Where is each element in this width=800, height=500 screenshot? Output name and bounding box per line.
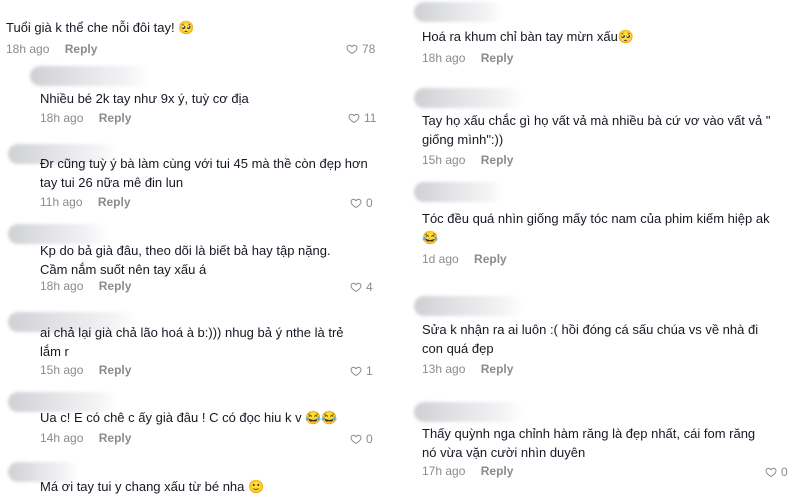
like-button[interactable]: 11 [348, 111, 376, 125]
comment-time: 18h ago [422, 51, 466, 65]
comment-text: Tóc đều quá nhìn giống mấy tóc nam của p… [422, 211, 770, 245]
reply-button[interactable]: Reply [481, 362, 514, 376]
comment-text: Má ơi tay tui y chang xấu từ bé nha 🙂 [40, 479, 265, 494]
heart-icon [350, 366, 362, 377]
comment-text: Kp do bả già đâu, theo dõi là biết bả ha… [40, 243, 331, 277]
like-count: 78 [362, 42, 376, 56]
heart-icon [765, 467, 777, 478]
right-comment-column: Hoá ra khum chỉ bàn tay mừn xấu🥺 18h ago… [400, 0, 800, 500]
reply-button[interactable]: Reply [481, 51, 514, 65]
like-count: 0 [781, 465, 788, 479]
comment-text: Nhiều bé 2k tay như 9x ý, tuỳ cơ địa [40, 91, 249, 106]
comment-text: Tuổi già k thể che nỗi đôi tay! 🥺 [6, 20, 195, 35]
blurred-username [414, 182, 504, 202]
comment-time: 14h ago [40, 431, 84, 445]
comment-time: 17h ago [422, 464, 466, 478]
blurred-username [414, 402, 524, 422]
like-count: 1 [366, 364, 373, 378]
heart-icon [348, 113, 360, 124]
blurred-username [30, 66, 150, 86]
reply-button[interactable]: Reply [65, 42, 98, 56]
comment-meta: 18h ago Reply [422, 51, 513, 65]
like-button[interactable]: 1 [350, 364, 373, 378]
comment-time: 18h ago [40, 111, 84, 125]
like-count: 4 [366, 280, 373, 294]
reply-button[interactable]: Reply [99, 111, 132, 125]
heart-icon [346, 44, 358, 55]
comment-time: 15h ago [40, 363, 84, 377]
comment-time: 13h ago [422, 362, 466, 376]
reply-button[interactable]: Reply [481, 464, 514, 478]
reply-button[interactable]: Reply [99, 363, 132, 377]
like-button[interactable]: 0 [765, 465, 788, 479]
comment-meta: 18h ago Reply [6, 42, 97, 56]
comment-time: 18h ago [40, 279, 84, 293]
like-count: 0 [366, 432, 373, 446]
comment-text: Sửa k nhận ra ai luôn :( hồi đóng cá sấu… [422, 322, 759, 356]
comment-meta: 13h ago Reply [422, 362, 513, 376]
comment-text: Tay họ xấu chắc gì họ vất vả mà nhiều bà… [422, 113, 771, 147]
heart-icon [350, 434, 362, 445]
comment-meta: 18h ago Reply [40, 111, 131, 125]
comment-text: ai chả lại già chả lão hoá à b:))) nhug … [40, 325, 344, 359]
blurred-username [414, 2, 504, 22]
comment-time: 1d ago [422, 252, 459, 266]
comment-text: Hoá ra khum chỉ bàn tay mừn xấu🥺 [422, 29, 635, 44]
like-count: 11 [364, 111, 377, 125]
heart-icon [350, 198, 362, 209]
reply-button[interactable]: Reply [481, 153, 514, 167]
comment-meta: 15h ago Reply [40, 363, 131, 377]
reply-button[interactable]: Reply [99, 431, 132, 445]
reply-button[interactable]: Reply [474, 252, 507, 266]
heart-icon [350, 282, 362, 293]
blurred-username [414, 88, 524, 108]
like-count: 0 [366, 196, 373, 210]
comment-meta: 11h ago Reply [40, 195, 131, 209]
blurred-username [414, 296, 524, 316]
like-button[interactable]: 4 [350, 280, 373, 294]
like-button[interactable]: 78 [346, 42, 375, 56]
reply-button[interactable]: Reply [99, 279, 132, 293]
comment-meta: 18h ago Reply [40, 279, 131, 293]
comment-time: 15h ago [422, 153, 466, 167]
comment-meta: 1d ago Reply [422, 252, 507, 266]
comment-meta: 15h ago Reply [422, 153, 513, 167]
reply-button[interactable]: Reply [98, 195, 131, 209]
left-comment-column: Tuổi già k thể che nỗi đôi tay! 🥺 18h ag… [0, 0, 400, 500]
like-button[interactable]: 0 [350, 432, 373, 446]
comment-time: 11h ago [40, 195, 83, 209]
like-button[interactable]: 0 [350, 196, 373, 210]
comment-text: Thấy quỳnh nga chỉnh hàm răng là đẹp nhấ… [422, 426, 756, 460]
comment-time: 18h ago [6, 42, 50, 56]
comment-text: Ua c! E có chê c ấy già đâu ! C có đọc h… [40, 410, 338, 425]
comment-text: Đr cũng tuỳ ý bà làm cùng với tui 45 mà … [40, 156, 368, 190]
comment-meta: 17h ago Reply [422, 464, 513, 478]
comment-meta: 14h ago Reply [40, 431, 131, 445]
